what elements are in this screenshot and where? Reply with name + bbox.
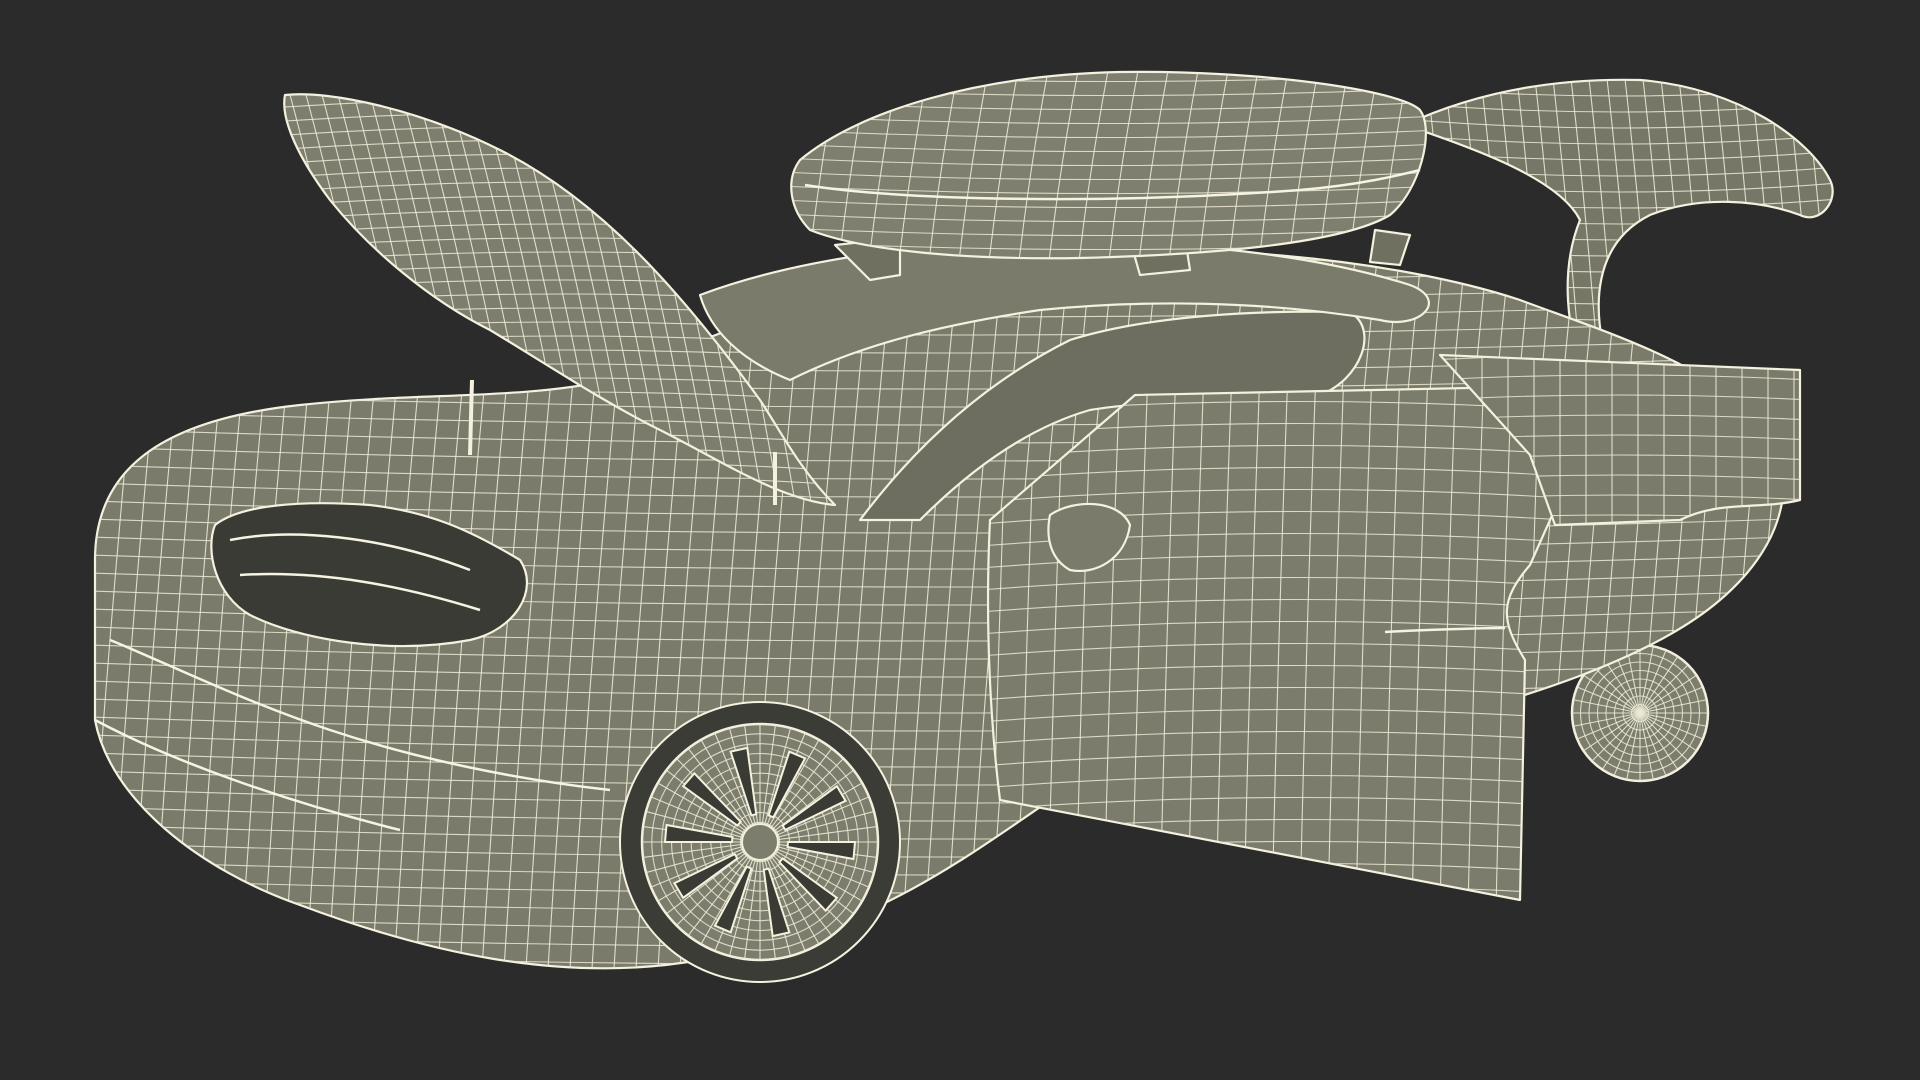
front-wheel [619, 701, 901, 983]
render-viewport [0, 0, 1920, 1080]
wheel-hub [741, 823, 779, 861]
hood-strut-left [468, 379, 474, 456]
wireframe-car-render [0, 0, 1920, 1080]
